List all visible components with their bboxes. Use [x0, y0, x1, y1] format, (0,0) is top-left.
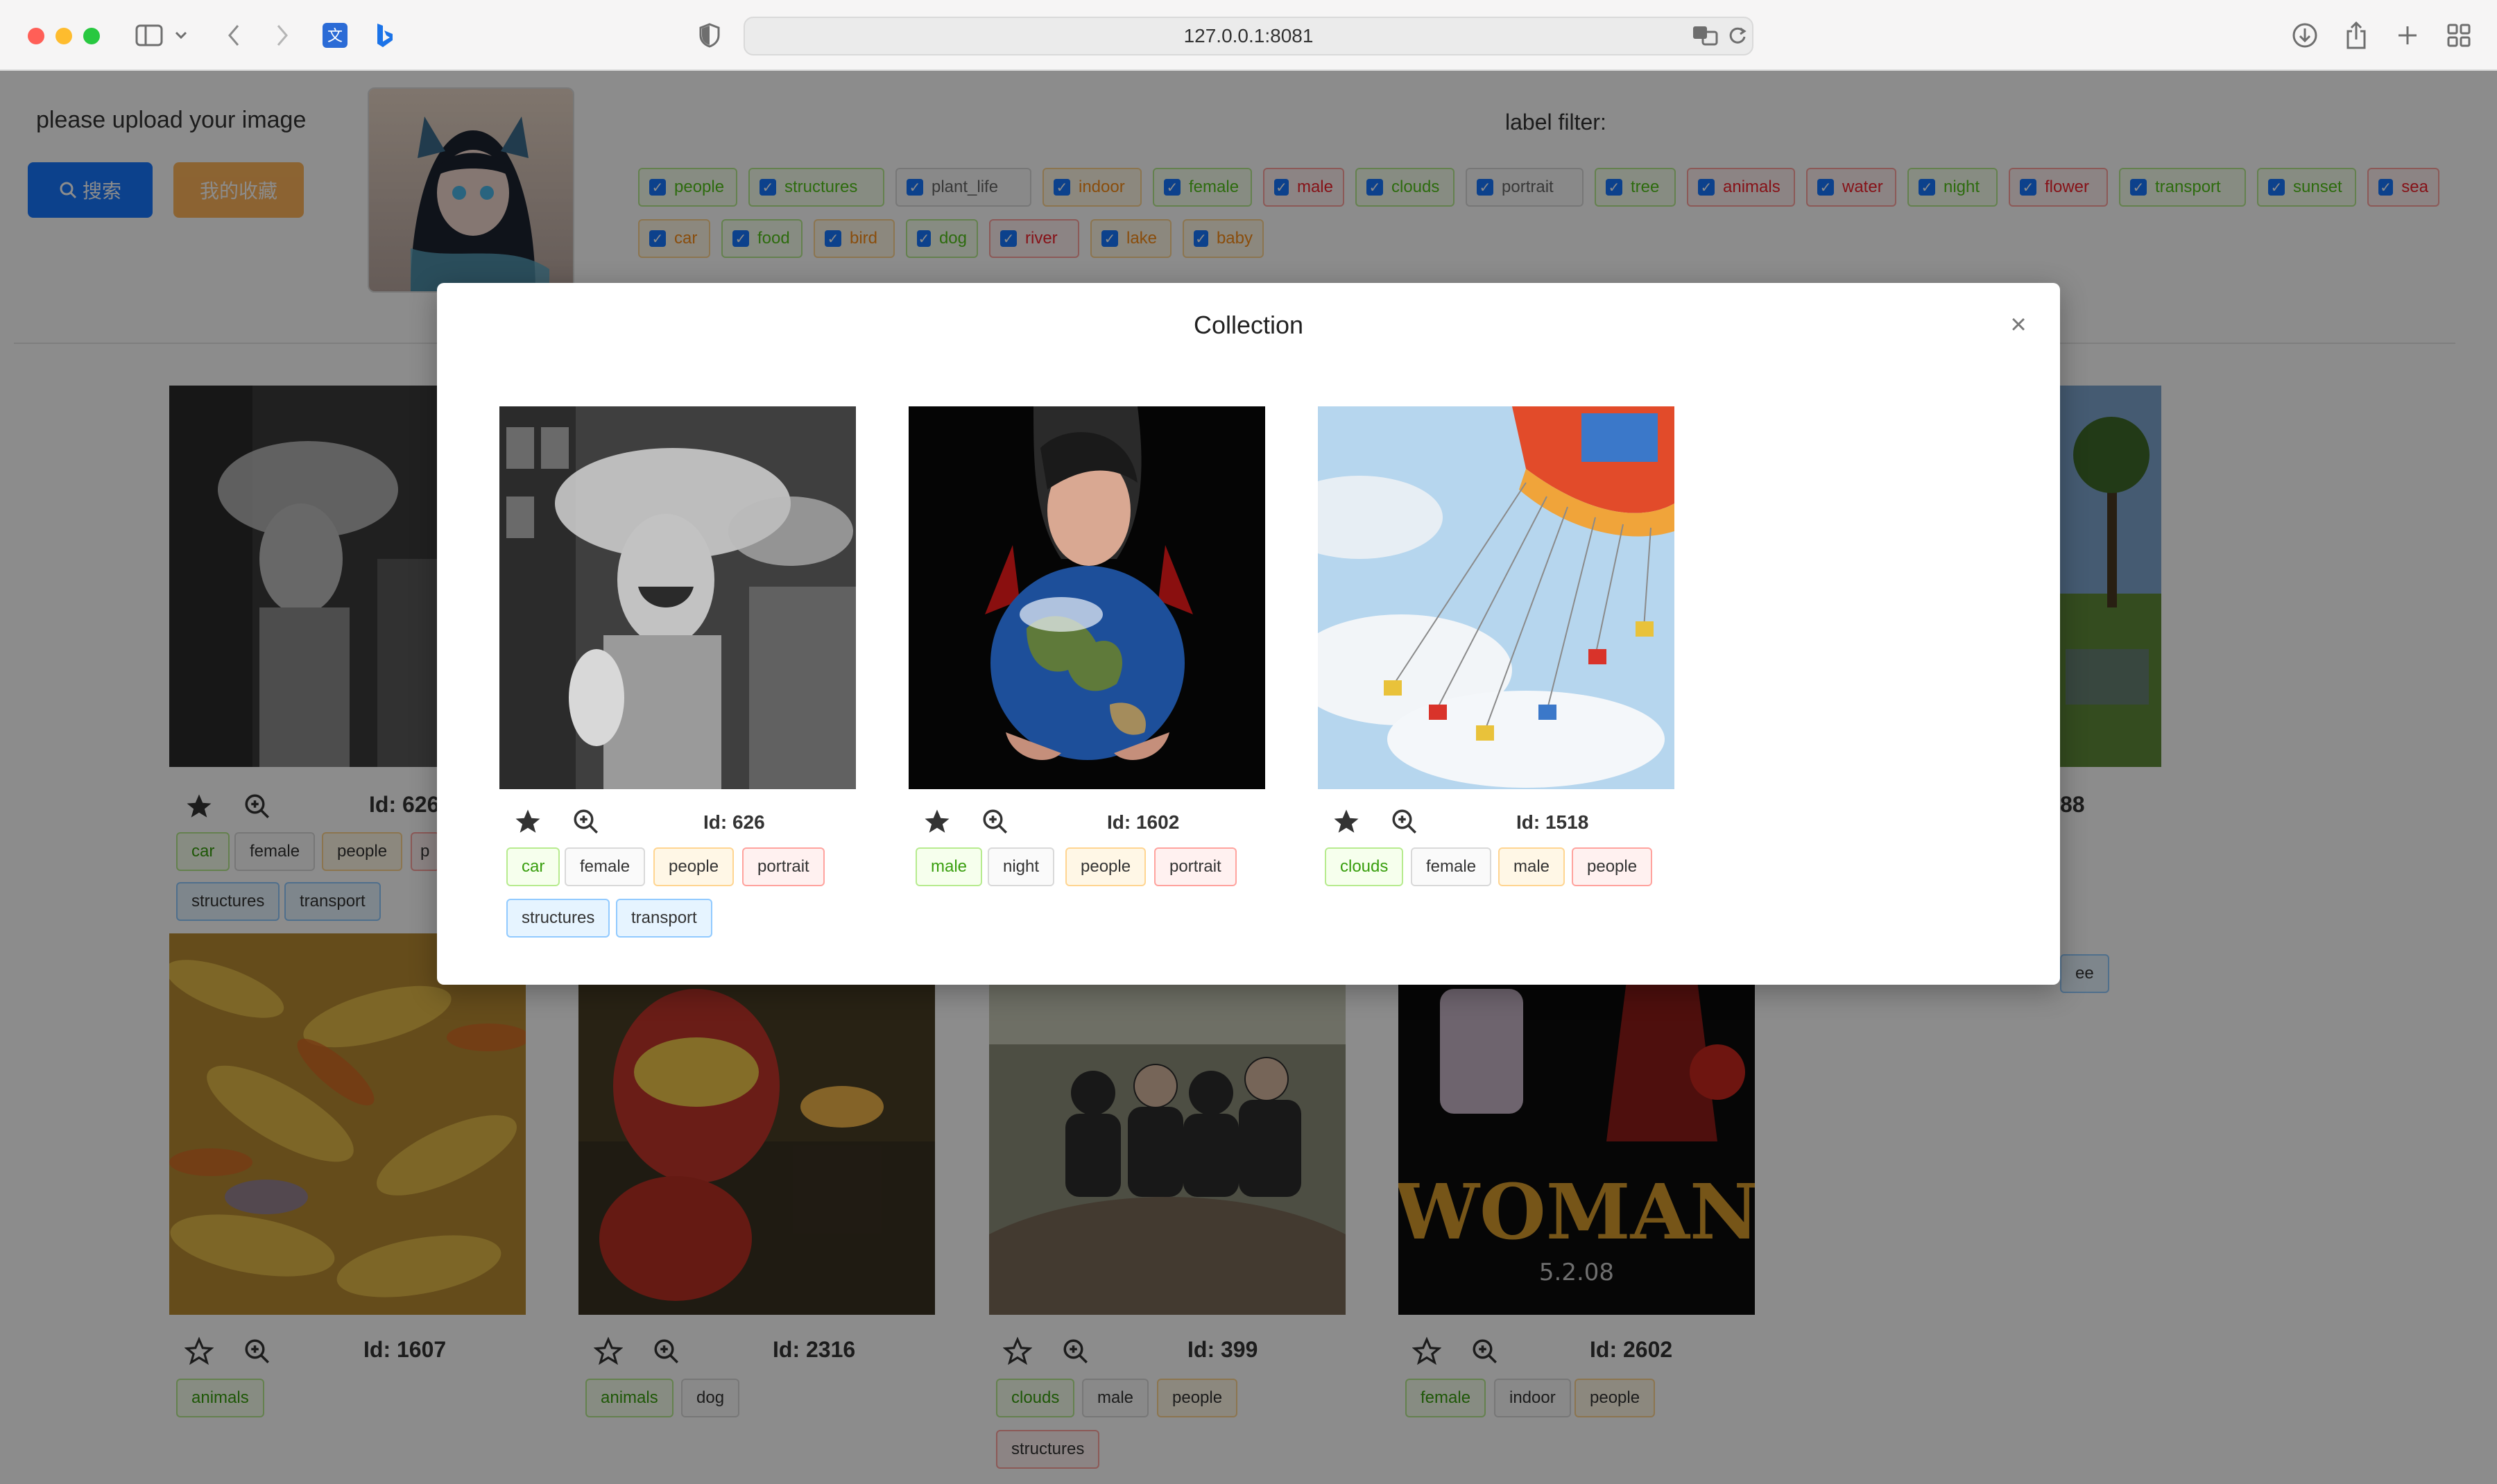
back-icon[interactable] — [216, 19, 251, 51]
zoom-in-icon[interactable] — [981, 807, 1010, 836]
close-window-button[interactable] — [28, 28, 44, 44]
svg-text:文: 文 — [327, 28, 343, 45]
downloads-icon[interactable] — [2288, 19, 2322, 51]
collection-image-1602[interactable] — [909, 406, 1265, 789]
tag: people — [1065, 847, 1147, 886]
tag: transport — [616, 899, 712, 938]
collection-image-626[interactable] — [499, 406, 856, 789]
address-bar[interactable]: 127.0.0.1:8081 — [744, 17, 1753, 55]
zoom-in-icon[interactable] — [572, 807, 601, 836]
reload-icon[interactable] — [1720, 19, 1755, 51]
browser-toolbar: 文 127.0.0.1:8081 — [0, 0, 2497, 71]
favorite-star-icon[interactable] — [923, 807, 952, 836]
tag: portrait — [742, 847, 825, 886]
tag: night — [988, 847, 1055, 886]
privacy-shield-icon[interactable] — [692, 19, 727, 51]
favorite-star-icon[interactable] — [1332, 807, 1361, 836]
tag: male — [1498, 847, 1565, 886]
image-id-label: Id: 1518 — [1516, 811, 1589, 833]
zoom-in-icon[interactable] — [1390, 807, 1419, 836]
tag: clouds — [1325, 847, 1404, 886]
url-text: 127.0.0.1:8081 — [1183, 25, 1314, 46]
tag: people — [653, 847, 735, 886]
tag: people — [1572, 847, 1653, 886]
translate-page-icon[interactable] — [1688, 19, 1723, 51]
translate-extension-icon[interactable]: 文 — [318, 19, 352, 51]
collection-modal: Collection × Id: 626 car female people p… — [437, 283, 2060, 985]
image-id-label: Id: 1602 — [1107, 811, 1180, 833]
tag: female — [565, 847, 646, 886]
minimize-window-button[interactable] — [55, 28, 72, 44]
tag: male — [916, 847, 983, 886]
share-icon[interactable] — [2339, 19, 2374, 51]
favorite-star-icon[interactable] — [513, 807, 542, 836]
close-icon[interactable]: × — [2005, 311, 2032, 338]
image-id-label: Id: 626 — [703, 811, 765, 833]
new-tab-icon[interactable] — [2390, 19, 2425, 51]
collection-image-1518[interactable] — [1318, 406, 1674, 789]
modal-title: Collection — [1193, 311, 1304, 339]
bing-icon[interactable] — [368, 19, 402, 51]
tab-overview-icon[interactable] — [2442, 19, 2476, 51]
tag: structures — [506, 899, 610, 938]
tag: car — [506, 847, 560, 886]
chevron-down-icon[interactable] — [171, 19, 191, 51]
maximize-window-button[interactable] — [83, 28, 100, 44]
sidebar-toggle-icon[interactable] — [132, 19, 166, 51]
forward-icon[interactable] — [265, 19, 300, 51]
tag: portrait — [1154, 847, 1237, 886]
tag: female — [1411, 847, 1492, 886]
